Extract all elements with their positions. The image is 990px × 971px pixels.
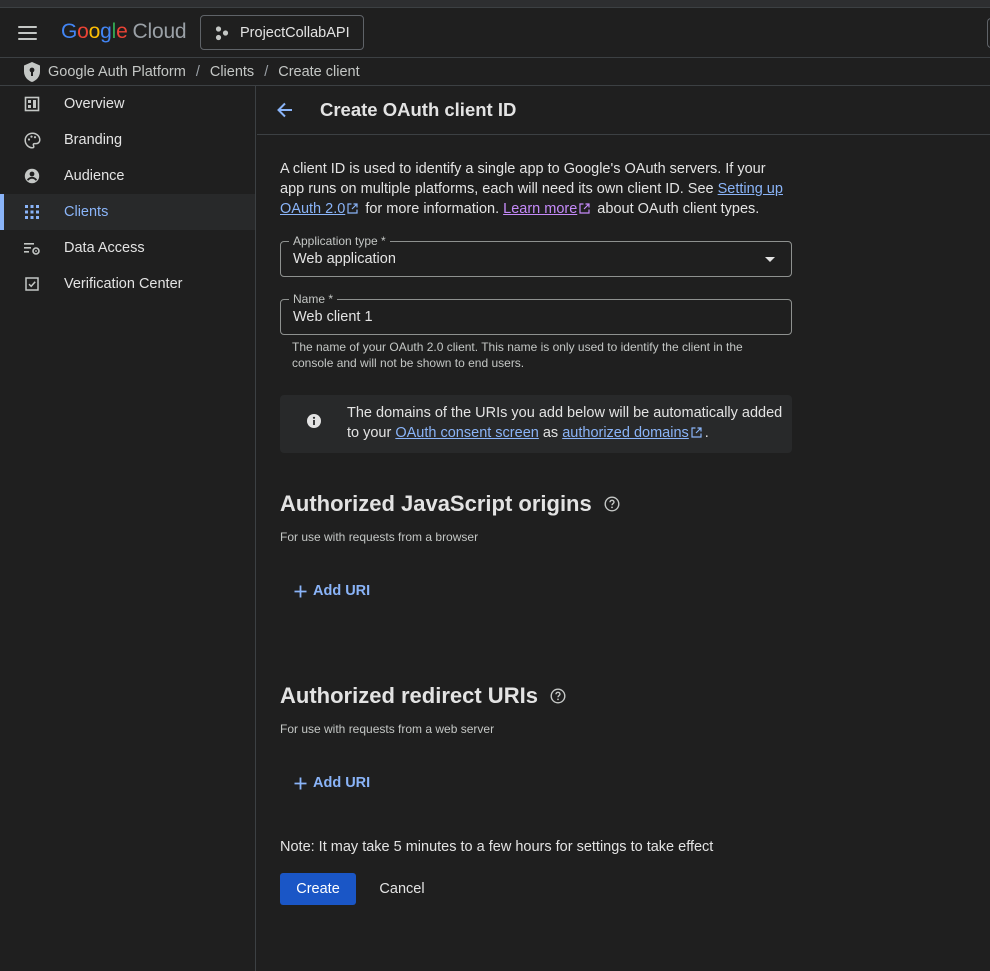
- project-hub-icon: [215, 25, 229, 40]
- external-link-icon: [691, 424, 702, 444]
- name-field[interactable]: Name *: [280, 292, 792, 335]
- main-content: Create OAuth client ID A client ID is us…: [257, 86, 990, 971]
- settings-delay-note: Note: It may take 5 minutes to a few hou…: [280, 839, 714, 855]
- google-cloud-logo[interactable]: Google Cloud: [61, 20, 187, 44]
- breadcrumb-separator: /: [264, 63, 269, 80]
- breadcrumb-clients[interactable]: Clients: [210, 64, 254, 80]
- apps-grid-icon: [22, 202, 42, 222]
- learn-more-link[interactable]: Learn more: [503, 201, 577, 217]
- hamburger-icon: [18, 26, 37, 28]
- external-link-icon: [579, 200, 590, 220]
- logo-letter: o: [88, 20, 101, 43]
- redirect-uris-subtitle: For use with requests from a web server: [280, 722, 495, 736]
- application-type-select[interactable]: Application type * Web application: [280, 234, 792, 277]
- plus-icon: [294, 777, 307, 790]
- page-header: Create OAuth client ID: [257, 86, 990, 135]
- sidebar-item-label: Audience: [64, 168, 125, 184]
- cancel-button[interactable]: Cancel: [366, 873, 438, 905]
- name-hint: The name of your OAuth 2.0 client. This …: [292, 340, 743, 370]
- back-button[interactable]: [273, 98, 297, 122]
- add-js-origin-uri-button[interactable]: Add URI: [286, 573, 378, 609]
- arrow-back-icon: [277, 102, 292, 118]
- browser-top-strip: [0, 0, 990, 8]
- cloud-wordmark: Cloud: [132, 20, 187, 43]
- sidebar-item-clients[interactable]: Clients: [0, 194, 255, 230]
- application-type-label: Application type *: [289, 234, 390, 248]
- name-input[interactable]: [293, 309, 773, 325]
- top-app-bar: Google Cloud ProjectCollabAPI: [0, 8, 990, 58]
- plus-icon: [294, 585, 307, 598]
- help-icon[interactable]: [604, 496, 620, 512]
- application-type-value: Web application: [293, 251, 396, 267]
- account-circle-icon: [22, 166, 42, 186]
- domains-info-box: The domains of the URIs you add below wi…: [280, 395, 792, 453]
- logo-letter: e: [116, 20, 128, 43]
- project-name: ProjectCollabAPI: [240, 24, 350, 41]
- sidebar-item-overview[interactable]: Overview: [0, 86, 255, 122]
- dropdown-arrow-icon: [765, 257, 775, 262]
- dashboard-icon: [22, 94, 42, 114]
- name-label: Name *: [289, 292, 338, 306]
- breadcrumb-create-client: Create client: [278, 63, 360, 80]
- sidebar-item-label: Overview: [64, 96, 125, 112]
- breadcrumb-auth-platform[interactable]: Google Auth Platform: [48, 64, 186, 80]
- sidebar-item-label: Clients: [64, 204, 109, 220]
- sidebar-nav: Overview Branding Audience Clients Data …: [0, 86, 256, 971]
- breadcrumb: Google Auth Platform / Clients / Create …: [0, 58, 990, 86]
- page-title: Create OAuth client ID: [320, 99, 517, 120]
- domains-info-text: The domains of the URIs you add below wi…: [347, 403, 787, 444]
- google-wordmark: Google: [61, 20, 128, 43]
- intro-text: A client ID is used to identify a single…: [280, 159, 792, 220]
- authorized-domains-link[interactable]: authorized domains: [562, 425, 689, 441]
- sidebar-item-verification-center[interactable]: Verification Center: [0, 266, 255, 302]
- sidebar-item-branding[interactable]: Branding: [0, 122, 255, 158]
- main-menu-button[interactable]: [14, 20, 42, 46]
- sidebar-item-label: Verification Center: [64, 276, 183, 292]
- js-origins-heading: Authorized JavaScript origins: [280, 491, 620, 517]
- checkbox-icon: [22, 274, 42, 294]
- redirect-uris-heading: Authorized redirect URIs: [280, 683, 566, 709]
- sidebar-item-label: Data Access: [64, 240, 145, 256]
- help-icon[interactable]: [550, 688, 566, 704]
- palette-icon: [22, 130, 42, 150]
- logo-letter: o: [77, 20, 89, 43]
- sidebar-item-data-access[interactable]: Data Access: [0, 230, 255, 266]
- create-button[interactable]: Create: [280, 873, 356, 905]
- breadcrumb-separator: /: [195, 63, 200, 80]
- logo-letter: G: [61, 20, 78, 43]
- settings-list-icon: [22, 238, 42, 258]
- js-origins-subtitle: For use with requests from a browser: [280, 530, 479, 544]
- info-icon: [306, 413, 322, 434]
- oauth-consent-screen-link[interactable]: OAuth consent screen: [395, 425, 538, 441]
- sidebar-item-audience[interactable]: Audience: [0, 158, 255, 194]
- sidebar-item-label: Branding: [64, 132, 123, 148]
- shield-keyhole-icon: [22, 61, 42, 83]
- add-redirect-uri-button[interactable]: Add URI: [286, 765, 378, 801]
- logo-letter: g: [100, 20, 112, 43]
- external-link-icon: [347, 200, 358, 220]
- project-picker-button[interactable]: ProjectCollabAPI: [200, 15, 364, 50]
